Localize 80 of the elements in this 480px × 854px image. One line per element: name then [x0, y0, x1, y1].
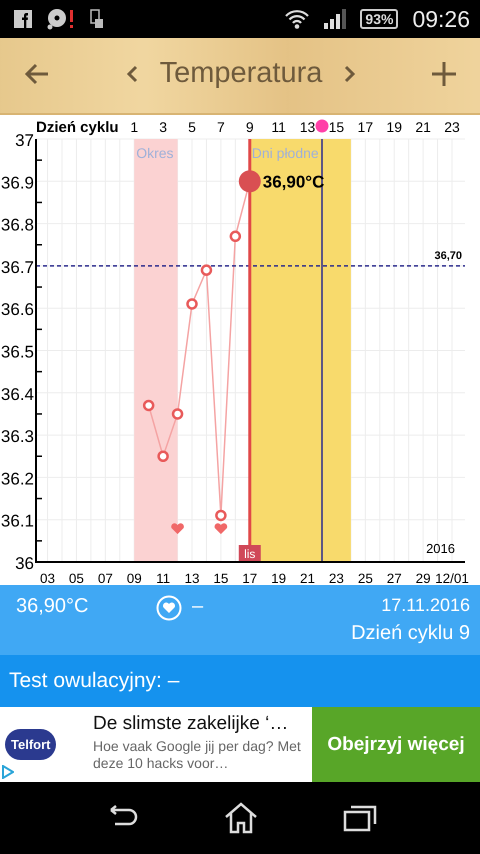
date-label: 19	[271, 571, 286, 585]
ovulation-dot	[316, 120, 328, 132]
date-label: 09	[126, 571, 142, 585]
date-label: 05	[68, 571, 84, 585]
day-label: 1	[130, 119, 138, 135]
month-tag	[238, 545, 261, 562]
advertiser-logo: Telfort	[5, 729, 56, 760]
date-label: 13	[184, 571, 200, 585]
day-label: 19	[386, 119, 402, 135]
data-point	[200, 264, 212, 276]
day-label: 7	[217, 119, 225, 135]
ad-description: Hoe vaak Google jij per dag? Met deze 10 hacks voor…	[93, 738, 302, 772]
year-label: 2016	[426, 541, 455, 556]
cycle-day-text: Dzień cyklu 9	[351, 622, 470, 645]
temperature-value: 36,90°C	[16, 595, 90, 619]
ad-choices-icon[interactable]	[1, 765, 14, 779]
day-label: 11	[271, 119, 286, 135]
data-point	[215, 510, 227, 522]
month-label: lis	[244, 547, 256, 561]
data-point	[142, 400, 154, 412]
day-label: 17	[358, 119, 374, 135]
clock: 09:26	[412, 6, 470, 32]
screen-title: Temperatura	[160, 57, 322, 90]
ad-cta-button[interactable]: Obejrzyj więcej	[312, 707, 480, 782]
chevron-left-icon	[126, 64, 138, 84]
date-label: 07	[98, 571, 113, 585]
battery-level: 93%	[360, 9, 398, 29]
wifi-icon	[284, 8, 310, 30]
y-axis-label: 37	[15, 131, 34, 150]
facebook-icon	[14, 10, 32, 28]
data-point	[186, 298, 198, 310]
heart-icon	[171, 523, 184, 534]
plus-icon	[432, 62, 456, 86]
signal-icon	[324, 9, 346, 29]
data-point	[230, 230, 242, 242]
axis-title: Dzień cyklu	[36, 119, 119, 136]
data-point	[172, 408, 184, 420]
date-label: 29	[416, 571, 431, 585]
y-axis-label: 36.1	[0, 512, 34, 531]
date-label: 21	[300, 571, 316, 585]
date-label: 15	[213, 571, 228, 585]
day-label: 23	[444, 119, 460, 135]
date-label: 25	[358, 571, 373, 585]
date-label: 17	[242, 571, 258, 585]
intercourse-value: –	[192, 595, 204, 618]
y-axis-label: 36	[15, 554, 34, 573]
date-label: 23	[328, 571, 344, 585]
disc-alert-icon	[46, 8, 76, 30]
recent-apps-icon[interactable]	[343, 804, 378, 832]
day-label: 21	[415, 119, 431, 135]
date-label: 12/01	[435, 571, 469, 585]
date-label: 11	[156, 571, 170, 585]
back-arrow-icon	[24, 62, 50, 84]
y-axis-label: 36.5	[0, 342, 34, 362]
day-label: 15	[328, 119, 344, 135]
home-icon[interactable]	[224, 802, 258, 834]
date-label: 27	[386, 571, 402, 585]
day-label: 3	[159, 119, 167, 135]
date-text: 17.11.2016	[380, 595, 470, 616]
ovulation-test-text: Test owulacyjny: –	[9, 669, 180, 693]
ad-title: De slimste zakelijke ‘…	[93, 713, 290, 735]
data-point	[157, 450, 169, 462]
band-label: Okres	[136, 145, 174, 161]
y-axis-label: 36.3	[0, 427, 34, 446]
phone-storage-icon	[90, 9, 104, 29]
day-label: 5	[188, 119, 196, 135]
band-label: Dni płodne	[252, 145, 319, 161]
y-axis-label: 36.2	[0, 469, 34, 488]
chevron-right-icon	[344, 64, 356, 84]
selected-point	[238, 170, 261, 192]
y-axis-label: 36.4	[0, 384, 34, 404]
day-label: 13	[300, 119, 316, 135]
day-label: 9	[246, 119, 254, 135]
threshold-label: 36,70	[434, 250, 462, 262]
y-axis-label: 36.6	[0, 300, 34, 320]
y-axis-label: 36.9	[0, 173, 34, 192]
y-axis-label: 36.7	[0, 258, 34, 277]
heart-icon	[214, 523, 228, 534]
y-axis-label: 36.8	[0, 216, 34, 235]
date-label: 03	[40, 571, 56, 585]
